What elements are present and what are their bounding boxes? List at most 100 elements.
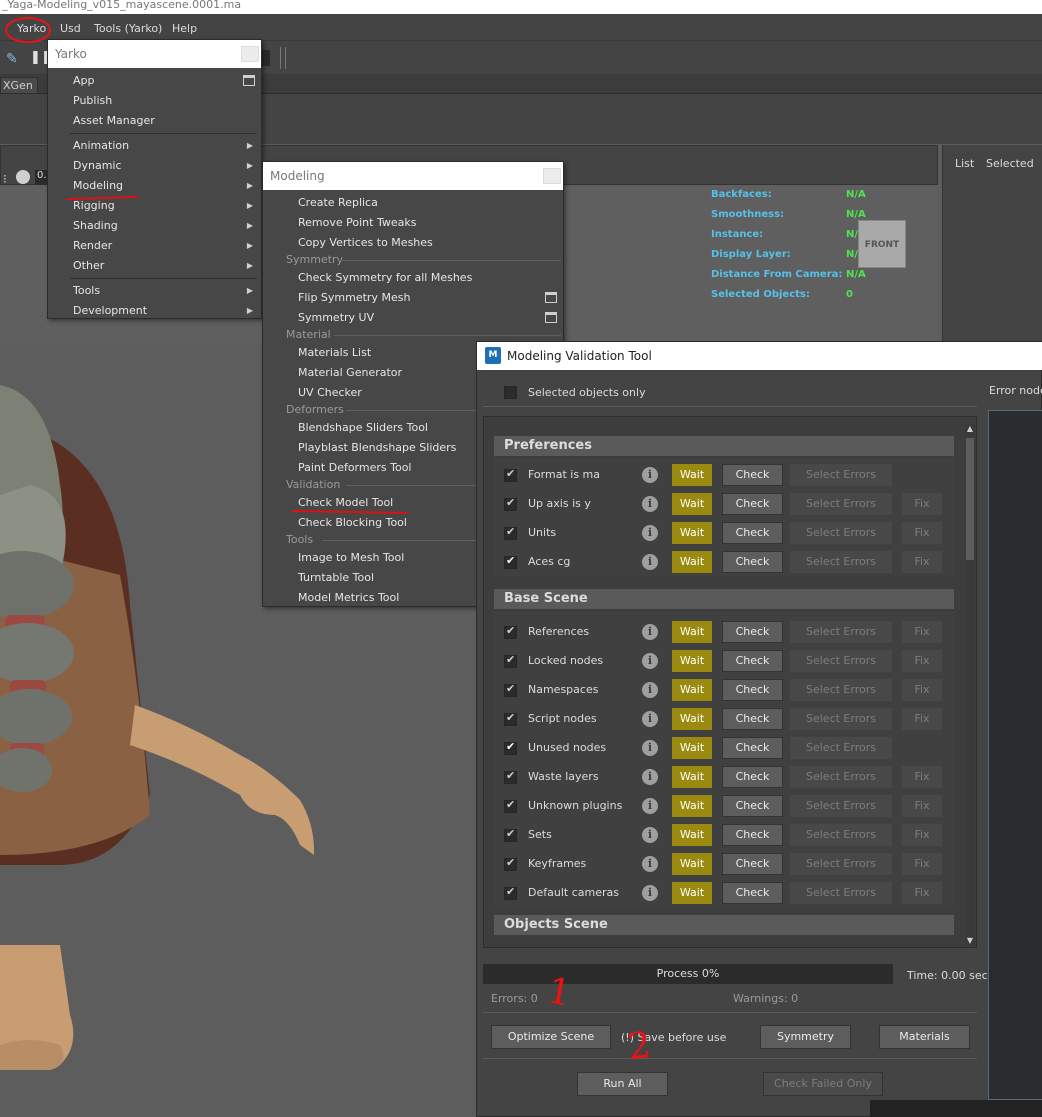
tab-xgen[interactable]: XGen xyxy=(0,77,38,94)
check-button[interactable]: Check xyxy=(722,853,783,875)
select-errors-button[interactable]: Select Errors xyxy=(790,493,892,515)
check-button[interactable]: Check xyxy=(722,650,783,672)
materials-button[interactable]: Materials xyxy=(879,1025,970,1049)
select-errors-button[interactable]: Select Errors xyxy=(790,824,892,846)
check-button[interactable]: Check xyxy=(722,679,783,701)
row-checkbox[interactable] xyxy=(504,769,517,784)
menu-item-publish[interactable]: Publish xyxy=(48,91,261,111)
menu-item-other[interactable]: Other ▶ xyxy=(48,256,261,276)
check-button[interactable]: Check xyxy=(722,708,783,730)
snap-icon[interactable]: ⁝ xyxy=(3,172,7,186)
fix-button[interactable]: Fix xyxy=(902,621,942,643)
select-errors-button[interactable]: Select Errors xyxy=(790,882,892,904)
option-box-icon[interactable] xyxy=(545,312,557,323)
outliner-list-menu[interactable]: List xyxy=(955,157,974,170)
symmetry-button[interactable]: Symmetry xyxy=(760,1025,851,1049)
row-checkbox[interactable] xyxy=(504,856,517,871)
info-icon[interactable]: i xyxy=(642,554,658,570)
fix-button[interactable]: Fix xyxy=(902,650,942,672)
info-icon[interactable]: i xyxy=(642,682,658,698)
row-checkbox[interactable] xyxy=(504,653,517,668)
check-failed-only-button[interactable]: Check Failed Only xyxy=(763,1072,883,1096)
fix-button[interactable]: Fix xyxy=(902,882,942,904)
select-errors-button[interactable]: Select Errors xyxy=(790,737,892,759)
row-checkbox[interactable] xyxy=(504,525,517,540)
menu-item-symmetry-uv[interactable]: Symmetry UV xyxy=(263,308,563,328)
check-button[interactable]: Check xyxy=(722,522,783,544)
check-button[interactable]: Check xyxy=(722,824,783,846)
tear-off-icon[interactable] xyxy=(543,168,561,184)
select-errors-button[interactable]: Select Errors xyxy=(790,795,892,817)
menu-item-app[interactable]: App xyxy=(48,71,261,91)
check-button[interactable]: Check xyxy=(722,493,783,515)
select-errors-button[interactable]: Select Errors xyxy=(790,853,892,875)
row-checkbox[interactable] xyxy=(504,554,517,569)
row-checkbox[interactable] xyxy=(504,624,517,639)
info-icon[interactable]: i xyxy=(642,740,658,756)
fix-button[interactable]: Fix xyxy=(902,766,942,788)
menu-item-dynamic[interactable]: Dynamic ▶ xyxy=(48,156,261,176)
checks-list[interactable]: Preferences Format is ma i Wait Check Select… xyxy=(483,416,977,948)
info-icon[interactable]: i xyxy=(642,827,658,843)
fix-button[interactable]: Fix xyxy=(902,824,942,846)
fix-button[interactable]: Fix xyxy=(902,522,942,544)
row-checkbox[interactable] xyxy=(504,682,517,697)
optimize-scene-button[interactable]: Optimize Scene xyxy=(491,1025,611,1049)
select-errors-button[interactable]: Select Errors xyxy=(790,708,892,730)
menu-item-modeling[interactable]: Modeling ▶ xyxy=(48,176,261,196)
fix-button[interactable]: Fix xyxy=(902,795,942,817)
select-errors-button[interactable]: Select Errors xyxy=(790,650,892,672)
menu-tools-yarko[interactable]: Tools (Yarko) xyxy=(94,22,162,35)
menu-item-check-symmetry[interactable]: Check Symmetry for all Meshes xyxy=(263,268,563,288)
option-box-icon[interactable] xyxy=(243,75,255,86)
scroll-up-icon[interactable]: ▲ xyxy=(965,424,975,434)
info-icon[interactable]: i xyxy=(642,856,658,872)
row-checkbox[interactable] xyxy=(504,827,517,842)
check-button[interactable]: Check xyxy=(722,737,783,759)
row-checkbox[interactable] xyxy=(504,798,517,813)
row-checkbox[interactable] xyxy=(504,740,517,755)
info-icon[interactable]: i xyxy=(642,496,658,512)
tear-off-icon[interactable] xyxy=(241,46,259,62)
fix-button[interactable]: Fix xyxy=(902,493,942,515)
select-errors-button[interactable]: Select Errors xyxy=(790,766,892,788)
select-errors-button[interactable]: Select Errors xyxy=(790,621,892,643)
menu-item-remove-point-tweaks[interactable]: Remove Point Tweaks xyxy=(263,213,563,233)
row-checkbox[interactable] xyxy=(504,467,517,482)
row-checkbox[interactable] xyxy=(504,496,517,511)
menu-item-render[interactable]: Render ▶ xyxy=(48,236,261,256)
menu-item-development[interactable]: Development ▶ xyxy=(48,301,261,321)
section-preferences[interactable]: Preferences xyxy=(494,436,954,456)
run-all-button[interactable]: Run All xyxy=(577,1072,668,1096)
info-icon[interactable]: i xyxy=(642,467,658,483)
info-icon[interactable]: i xyxy=(642,624,658,640)
select-errors-button[interactable]: Select Errors xyxy=(790,464,892,486)
menu-usd[interactable]: Usd xyxy=(60,22,81,35)
outliner-selected-menu[interactable]: Selected xyxy=(986,157,1034,170)
check-button[interactable]: Check xyxy=(722,551,783,573)
select-errors-button[interactable]: Select Errors xyxy=(790,679,892,701)
info-icon[interactable]: i xyxy=(642,525,658,541)
info-icon[interactable]: i xyxy=(642,711,658,727)
check-button[interactable]: Check xyxy=(722,621,783,643)
check-button[interactable]: Check xyxy=(722,882,783,904)
info-icon[interactable]: i xyxy=(642,769,658,785)
selected-only-checkbox[interactable] xyxy=(504,386,517,399)
info-icon[interactable]: i xyxy=(642,885,658,901)
menu-item-animation[interactable]: Animation ▶ xyxy=(48,136,261,156)
select-errors-button[interactable]: Select Errors xyxy=(790,522,892,544)
row-checkbox[interactable] xyxy=(504,885,517,900)
option-box-icon[interactable] xyxy=(545,292,557,303)
fix-button[interactable]: Fix xyxy=(902,853,942,875)
select-errors-button[interactable]: Select Errors xyxy=(790,551,892,573)
section-base-scene[interactable]: Base Scene xyxy=(494,589,954,609)
info-icon[interactable]: i xyxy=(642,653,658,669)
aperture-icon[interactable] xyxy=(16,170,30,184)
menu-item-create-replica[interactable]: Create Replica xyxy=(263,193,563,213)
check-button[interactable]: Check xyxy=(722,795,783,817)
menu-help[interactable]: Help xyxy=(172,22,197,35)
menu-item-shading[interactable]: Shading ▶ xyxy=(48,216,261,236)
menu-item-flip-symmetry[interactable]: Flip Symmetry Mesh xyxy=(263,288,563,308)
scroll-thumb[interactable] xyxy=(966,438,974,560)
scroll-down-icon[interactable]: ▼ xyxy=(965,936,975,946)
